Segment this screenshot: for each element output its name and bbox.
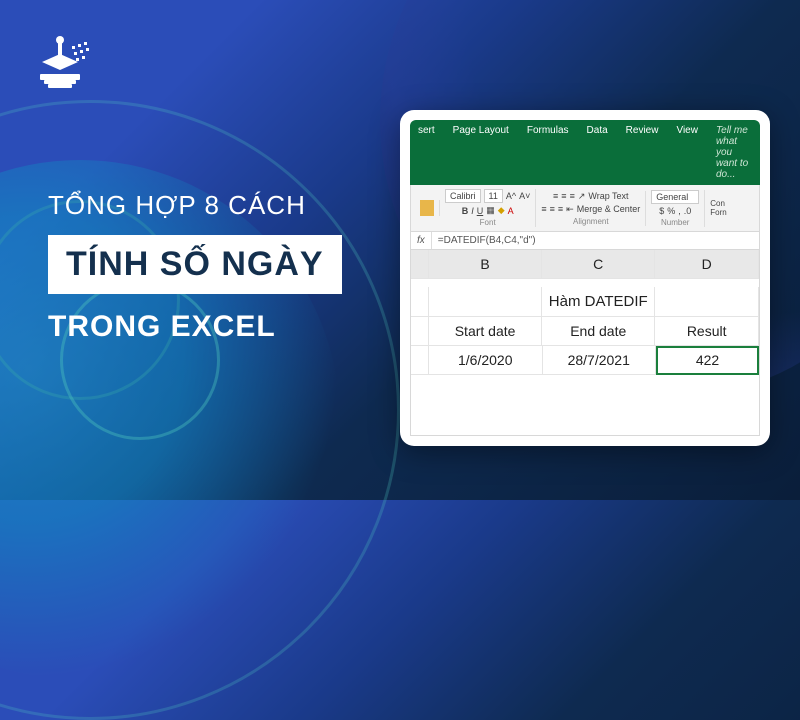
row-header[interactable]: [411, 317, 429, 346]
spreadsheet-grid: B C D Hàm DATEDIF Start date End date Re…: [410, 250, 760, 436]
align-icon[interactable]: ≡: [541, 204, 546, 214]
fill-color-icon[interactable]: ◆: [498, 205, 505, 216]
formula-text[interactable]: =DATEDIF(B4,C4,"d"): [432, 232, 759, 249]
cell-title[interactable]: Hàm DATEDIF: [542, 287, 655, 317]
increase-decimal-icon[interactable]: .0: [684, 206, 692, 216]
fx-label[interactable]: fx: [411, 232, 432, 249]
align-icon[interactable]: ≡: [558, 204, 563, 214]
number-group-label: Number: [661, 218, 689, 227]
align-icon[interactable]: ≡: [553, 191, 558, 201]
conditional-formatting-button[interactable]: Con Forn: [710, 199, 726, 217]
font-size-select[interactable]: 11: [484, 189, 503, 203]
italic-icon[interactable]: I: [471, 206, 474, 216]
cell[interactable]: [429, 287, 542, 317]
cell-end-date[interactable]: 28/7/2021: [543, 346, 657, 375]
font-group-label: Font: [480, 218, 496, 227]
font-color-icon[interactable]: A: [508, 206, 514, 216]
ribbon-tab[interactable]: Review: [618, 120, 667, 185]
orientation-icon[interactable]: ↗: [578, 191, 586, 202]
decrease-font-icon[interactable]: A˅: [519, 191, 530, 201]
align-icon[interactable]: ≡: [550, 204, 555, 214]
ribbon-tab[interactable]: sert: [410, 120, 443, 185]
styles-group: Con Forn: [705, 199, 731, 217]
align-icon[interactable]: ≡: [570, 191, 575, 201]
clipboard-group: [415, 200, 440, 216]
number-group: General $ % , .0 Number: [646, 190, 705, 227]
border-icon[interactable]: ▦: [486, 205, 495, 216]
headline-block: TỔNG HỢP 8 CÁCH TÍNH SỐ NGÀY TRONG EXCEL: [48, 190, 342, 344]
paste-icon[interactable]: [420, 200, 434, 216]
table-row: Hàm DATEDIF: [411, 287, 759, 317]
excel-screenshot-card: sert Page Layout Formulas Data Review Vi…: [400, 110, 770, 446]
comma-icon[interactable]: ,: [678, 206, 681, 216]
ribbon-tab[interactable]: Data: [579, 120, 616, 185]
align-icon[interactable]: ≡: [561, 191, 566, 201]
font-name-select[interactable]: Calibri: [445, 189, 481, 203]
table-row: Start date End date Result: [411, 317, 759, 346]
headline-line-2: TÍNH SỐ NGÀY: [66, 245, 324, 284]
merge-center-button[interactable]: Merge & Center: [577, 204, 641, 214]
cell-start-date[interactable]: 1/6/2020: [429, 346, 543, 375]
corner-cell[interactable]: [411, 250, 429, 279]
ribbon-tabs: sert Page Layout Formulas Data Review Vi…: [410, 120, 760, 185]
bold-icon[interactable]: B: [462, 206, 469, 216]
indent-icon[interactable]: ⇤: [566, 204, 574, 215]
currency-icon[interactable]: $: [659, 206, 664, 216]
ribbon-tab[interactable]: View: [668, 120, 706, 185]
cell-result-selected[interactable]: 422: [656, 346, 759, 375]
headline-highlight-box: TÍNH SỐ NGÀY: [48, 235, 342, 294]
number-format-select[interactable]: General: [651, 190, 699, 204]
alignment-group: ≡ ≡ ≡ ↗ Wrap Text ≡ ≡ ≡ ⇤ Merge & Center…: [536, 191, 646, 226]
row-header[interactable]: [411, 346, 429, 375]
cell-header[interactable]: End date: [542, 317, 655, 346]
column-header-row: B C D: [411, 250, 759, 279]
alignment-group-label: Alignment: [573, 217, 609, 226]
cell-header[interactable]: Start date: [429, 317, 542, 346]
ribbon-tab[interactable]: Page Layout: [445, 120, 517, 185]
formula-bar: fx =DATEDIF(B4,C4,"d"): [410, 232, 760, 250]
increase-font-icon[interactable]: A^: [506, 191, 516, 201]
underline-icon[interactable]: U: [477, 206, 484, 216]
table-row: 1/6/2020 28/7/2021 422: [411, 346, 759, 375]
cell-header[interactable]: Result: [655, 317, 759, 346]
column-header[interactable]: D: [655, 250, 759, 279]
column-header[interactable]: C: [542, 250, 655, 279]
headline-line-1: TỔNG HỢP 8 CÁCH: [48, 190, 342, 221]
row-header[interactable]: [411, 287, 429, 317]
tell-me-box[interactable]: Tell me what you want to do...: [708, 120, 760, 185]
brand-logo: [32, 32, 96, 101]
empty-cells[interactable]: [411, 375, 759, 435]
column-header[interactable]: B: [429, 250, 542, 279]
wrap-text-button[interactable]: Wrap Text: [588, 191, 628, 201]
ribbon-toolbar: Calibri 11 A^ A˅ B I U ▦ ◆ A Font ≡ ≡ ≡ …: [410, 185, 760, 232]
percent-icon[interactable]: %: [667, 206, 675, 216]
headline-line-3: TRONG EXCEL: [48, 310, 342, 344]
font-group: Calibri 11 A^ A˅ B I U ▦ ◆ A Font: [440, 189, 536, 227]
ribbon-tab[interactable]: Formulas: [519, 120, 577, 185]
cell[interactable]: [655, 287, 759, 317]
